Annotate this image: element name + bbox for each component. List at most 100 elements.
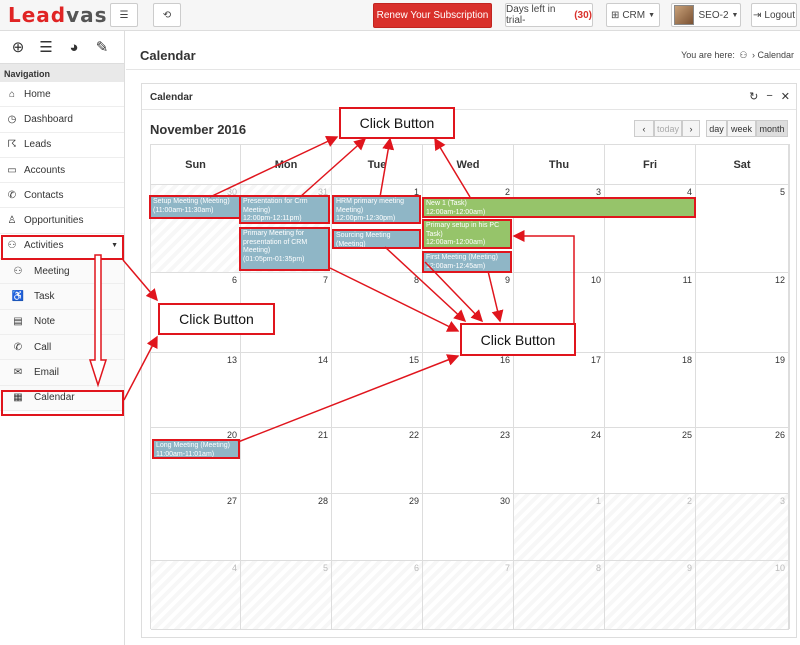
event-title: Presentation for Crm Meeting)	[243, 198, 308, 214]
today-button[interactable]: today	[654, 120, 682, 137]
calendar-day-cell[interactable]: 14	[241, 353, 332, 428]
database-icon[interactable]: ☰	[34, 35, 58, 59]
calendar-event[interactable]: Primary setup in his PC Task) 12:00am-12:…	[422, 219, 512, 249]
calendar-day-cell[interactable]: 26	[696, 428, 789, 494]
chevron-right-icon: ›	[751, 50, 755, 60]
calendar-day-cell[interactable]: 4	[151, 561, 241, 630]
day-number: 10	[774, 563, 785, 573]
calendar-day-cell[interactable]: 2	[605, 494, 696, 561]
refresh-icon[interactable]: ↻	[749, 90, 758, 103]
calendar-day-cell[interactable]: 7	[423, 561, 514, 630]
calendar-day-cell[interactable]: 20	[151, 428, 241, 494]
view-week-button[interactable]: week	[727, 120, 756, 137]
calendar-day-cell[interactable]: 9	[605, 561, 696, 630]
calendar-event[interactable]: HRM primary meeting Meeting) 12:00pm-12:3…	[332, 195, 421, 224]
sidebar-item-opportunities[interactable]: ♙ Opportunities	[0, 208, 124, 234]
calendar-day-cell[interactable]: 19	[696, 353, 789, 428]
day-number: 16	[499, 355, 510, 365]
module-dropdown[interactable]: ⊞ CRM ▼	[606, 3, 660, 27]
calendar-day-cell[interactable]: 30	[423, 494, 514, 561]
calendar-day-cell[interactable]: 5	[241, 561, 332, 630]
calendar-event[interactable]: Presentation for Crm Meeting) 12:00pm-12:…	[239, 195, 330, 224]
view-month-button[interactable]: month	[756, 120, 788, 137]
calendar-day-cell[interactable]: 5	[696, 185, 789, 273]
day-number: 9	[504, 275, 510, 285]
calendar-event[interactable]: Setup Meeting (Meeting) (11:00am-11:30am)	[149, 195, 241, 219]
sidebar-item-leads[interactable]: ☈ Leads	[0, 133, 124, 158]
day-number: 7	[504, 563, 510, 573]
logout-button[interactable]: ⇥ Logout	[751, 3, 797, 27]
event-time: 12:00am-12:45am)	[426, 262, 486, 270]
calendar-day-cell[interactable]: 28	[241, 494, 332, 561]
calendar-day-cell[interactable]: 21	[241, 428, 332, 494]
sidebar-subitem-email[interactable]: ✉ Email	[0, 360, 124, 386]
calendar-day-cell[interactable]: 17	[514, 353, 605, 428]
day-number: 22	[408, 430, 419, 440]
sidebar-subitem-meeting[interactable]: ⚇ Meeting	[0, 259, 124, 285]
day-number: 30	[226, 187, 237, 197]
app-logo[interactable]: Leadvas	[8, 3, 108, 27]
calendar-event[interactable]: First Meeting (Meeting) 12:00am-12:45am)	[422, 251, 512, 273]
event-time: (11:00am-11:30am)	[153, 206, 214, 214]
calendar-event[interactable]: Long Meeting (Meeting) 11:00am-11:01am)	[152, 439, 240, 459]
calendar-day-cell[interactable]: 12	[696, 273, 789, 353]
minimize-icon[interactable]: −	[766, 90, 772, 103]
sidebar-item-accounts[interactable]: ▭ Accounts	[0, 158, 124, 184]
day-number: 10	[590, 275, 601, 285]
calendar-event[interactable]: Sourcing Meeting (Meeting)12:00am-01:01a…	[332, 229, 421, 249]
calendar-day-cell[interactable]: 10	[696, 561, 789, 630]
day-number: 7	[322, 275, 328, 285]
calendar-day-cell[interactable]: 23	[423, 428, 514, 494]
calendar-day-cell[interactable]: 16	[423, 353, 514, 428]
close-icon[interactable]: ✕	[781, 90, 790, 103]
menu-toggle-button[interactable]: ☰	[110, 3, 138, 27]
nav-heading: Navigation	[0, 64, 124, 82]
page-title: Calendar	[140, 48, 196, 63]
history-button[interactable]: ⟲	[153, 3, 181, 27]
lifebuoy-icon[interactable]: ⊕	[6, 35, 30, 59]
calendar-day-cell[interactable]: 24	[514, 428, 605, 494]
sidebar-item-dashboard[interactable]: ◷ Dashboard	[0, 107, 124, 133]
day-number: 20	[226, 430, 237, 440]
day-header-tue: Tue	[332, 145, 423, 185]
breadcrumb: You are here: ⚇ › Calendar	[681, 50, 794, 60]
calendar-day-cell[interactable]: 29	[332, 494, 423, 561]
pencil-icon[interactable]: ✎	[90, 35, 114, 59]
calendar-day-cell[interactable]: 18	[605, 353, 696, 428]
calendar-day-cell[interactable]: 8	[332, 273, 423, 353]
day-number: 28	[317, 496, 328, 506]
renew-subscription-button[interactable]: Renew Your Subscription	[373, 3, 492, 28]
calendar-highlight	[1, 390, 124, 416]
pie-chart-icon[interactable]: ◕	[62, 35, 86, 59]
trial-count: (30)	[574, 9, 592, 21]
calendar-day-cell[interactable]: 15	[332, 353, 423, 428]
calendar-day-cell[interactable]: 3	[696, 494, 789, 561]
prev-month-button[interactable]: ‹	[634, 120, 654, 137]
calendar-day-cell[interactable]: 13	[151, 353, 241, 428]
caret-down-icon: ▼	[648, 11, 656, 19]
event-time: 11:00am-11:01am)	[156, 450, 215, 458]
calendar-event[interactable]: New 1 (Task) 12:00am-12:00am)	[422, 197, 696, 218]
event-title: Long Meeting (Meeting)	[156, 442, 230, 449]
sidebar-item-contacts[interactable]: ✆ Contacts	[0, 183, 124, 209]
calendar-day-cell[interactable]: 6	[332, 561, 423, 630]
breadcrumb-current[interactable]: Calendar	[757, 50, 794, 60]
hamburger-icon: ☰	[119, 9, 129, 21]
next-month-button[interactable]: ›	[682, 120, 700, 137]
view-day-button[interactable]: day	[706, 120, 727, 137]
event-time: 12:00pm-12:30pm)	[336, 215, 396, 222]
calendar-day-cell[interactable]: 25	[605, 428, 696, 494]
calendar-day-cell[interactable]: 1	[514, 494, 605, 561]
user-dropdown[interactable]: SEO-2 ▼	[671, 3, 741, 27]
calendar-day-cell[interactable]: 22	[332, 428, 423, 494]
day-number: 4	[231, 563, 237, 573]
calendar-day-cell[interactable]: 8	[514, 561, 605, 630]
calendar-day-cell[interactable]: 11	[605, 273, 696, 353]
sidebar-subitem-call[interactable]: ✆ Call	[0, 334, 124, 361]
calendar-event[interactable]: Primary Meeting for presentation of CRM …	[239, 227, 330, 271]
sidebar-subitem-note[interactable]: ▤ Note	[0, 309, 124, 335]
day-number: 23	[499, 430, 510, 440]
sidebar-subitem-task[interactable]: ♿ Task	[0, 284, 124, 310]
sidebar-item-home[interactable]: ⌂ Home	[0, 82, 124, 108]
calendar-day-cell[interactable]: 27	[151, 494, 241, 561]
